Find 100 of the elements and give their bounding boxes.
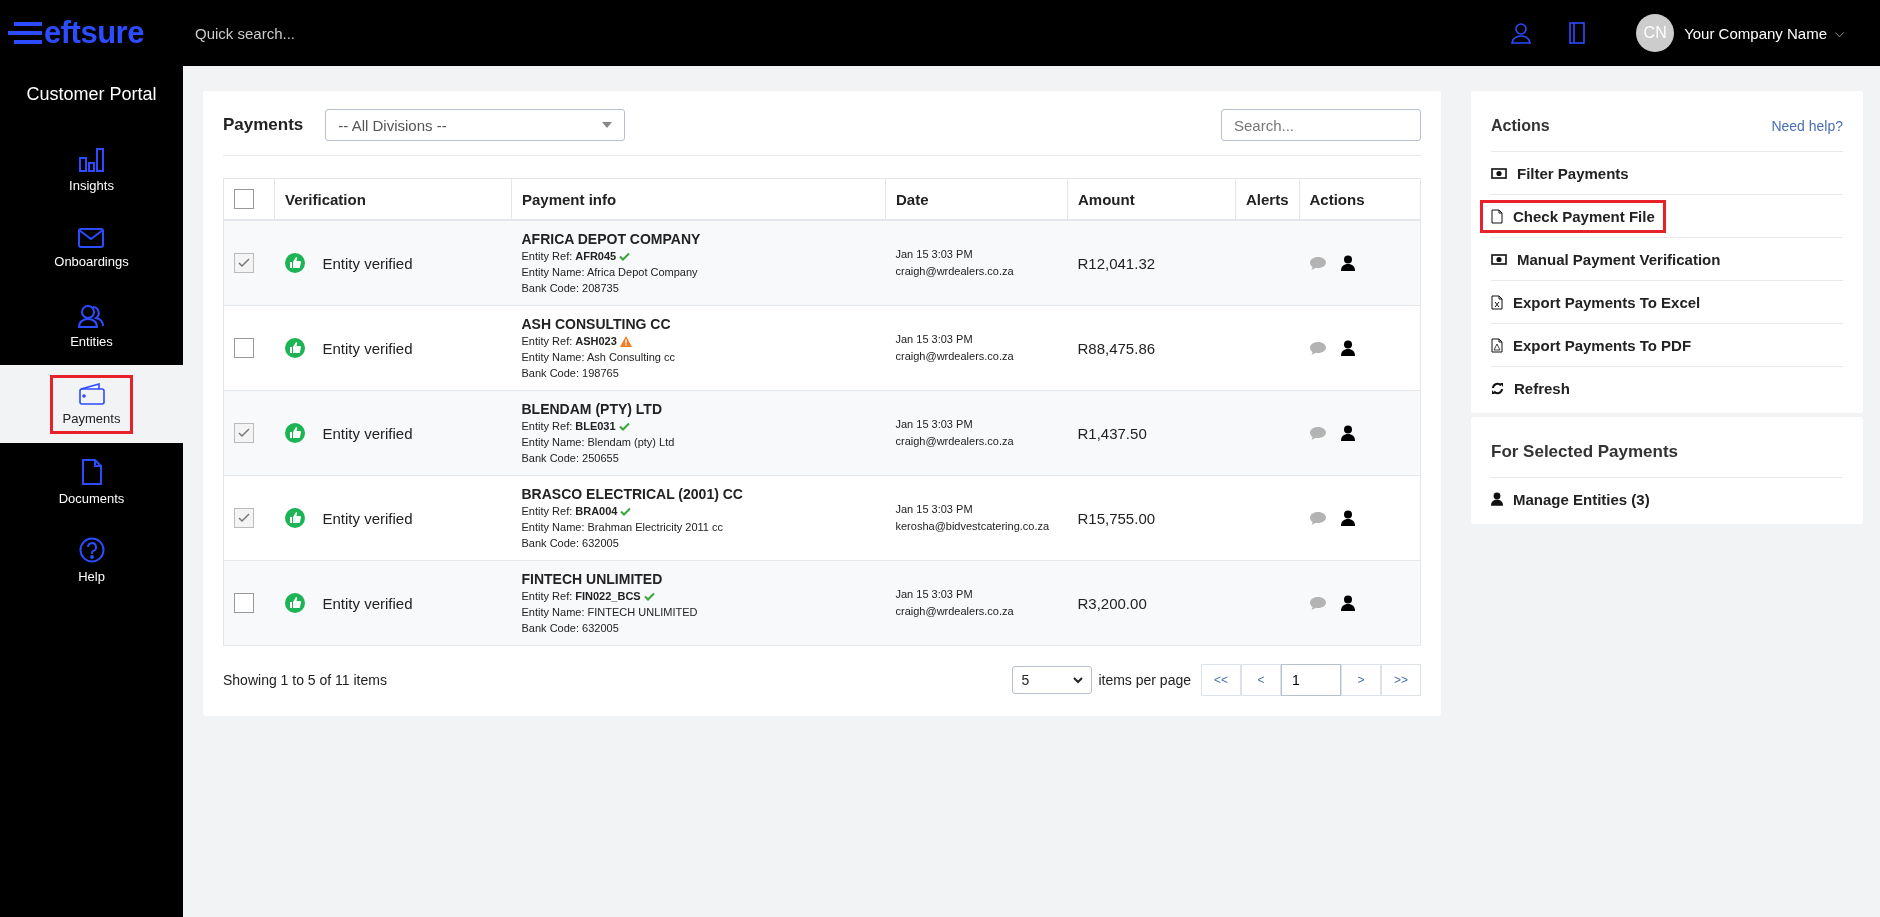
user-icon[interactable] [1510,22,1533,44]
pdf-file-icon [1491,337,1503,353]
checkbox[interactable] [234,508,254,528]
person-icon[interactable] [1341,255,1356,271]
refresh-icon [1491,381,1504,395]
checkbox[interactable] [234,253,254,273]
entity-name-line: Entity Name: Blendam (pty) Ltd [521,435,676,450]
entity-name: FINTECH UNLIMITED [521,570,664,588]
verification-status: Entity verified [322,594,413,612]
card-title: Actions [1491,117,1550,135]
person-icon [1491,492,1503,506]
checkmark-icon [238,428,250,438]
verification-status: Entity verified [322,509,413,527]
entity-ref: BLE031 [575,419,616,434]
action-item[interactable]: Filter Payments [1488,156,1640,190]
person-icon[interactable] [1341,595,1356,611]
checkbox[interactable] [234,593,254,613]
email: kerosha@bidvestcatering.co.za [895,519,1051,534]
action-item[interactable]: Export Payments To Excel [1488,285,1712,319]
chevron-icon [1073,676,1084,684]
entity-ref-label: Entity Ref: [521,334,573,349]
person-icon[interactable] [1341,425,1356,441]
entity-ref-label: Entity Ref: [521,419,573,434]
checkbox[interactable] [234,189,254,209]
thumbs-up-icon [284,338,305,358]
verification-status: Entity verified [322,254,413,272]
first-page-button[interactable]: << [1201,664,1241,696]
card-title: Payments [223,115,304,135]
portal-title: Customer Portal [25,83,158,106]
action-item[interactable]: Check Payment File [1480,199,1666,233]
nav-item[interactable]: Help [0,521,183,599]
checkmark-icon [238,258,250,268]
comment-icon[interactable] [1309,510,1328,526]
help-link[interactable]: Need help? [1771,118,1843,134]
comment-icon[interactable] [1309,255,1328,271]
search-field[interactable]: Search... [1221,109,1421,141]
column-header: Payment info [522,190,617,208]
payment-date: Jan 15 3:03 PM [895,332,974,347]
bank-code: Bank Code: 208735 [521,281,620,296]
previous-page-button[interactable]: < [1241,664,1281,696]
column-header: Date [896,190,929,208]
email: craigh@wrdealers.co.za [895,264,1015,279]
email: craigh@wrdealers.co.za [895,604,1015,619]
person-icon[interactable] [1341,340,1356,356]
help-icon [78,536,105,563]
checkbox[interactable] [234,423,254,443]
entity-ref-label: Entity Ref: [521,249,573,264]
division-dropdown[interactable]: -- All Divisions -- [325,109,626,141]
nav-item[interactable]: Insights [0,131,183,209]
amount: R88,475.86 [1077,339,1156,357]
thumbs-up-icon [284,508,305,528]
company-menu[interactable]: Your Company Name [1684,24,1827,42]
column-header: Amount [1078,190,1135,208]
action-item[interactable]: Export Payments To PDF [1488,328,1703,362]
action-item[interactable]: Manage Entities (3) [1488,482,1661,516]
entity-ref: AFR045 [575,249,617,264]
next-page-button[interactable]: > [1341,664,1381,696]
bar-chart-icon [78,147,105,172]
column-header: Verification [285,190,366,208]
entity-ref: BRA004 [575,504,618,519]
action-item[interactable]: Manual Payment Verification [1488,242,1732,276]
banknote-icon [1491,253,1507,265]
dropdown-arrow-icon [602,122,613,128]
book-icon[interactable] [1568,22,1587,44]
action-item[interactable]: Refresh [1488,371,1581,405]
nav-item[interactable]: Entities [0,287,183,365]
entity-ref: FIN022_BCS [575,589,641,604]
banknote-icon [1491,167,1507,179]
payment-date: Jan 15 3:03 PM [895,417,974,432]
caret-icon[interactable]: ⌵ [1835,26,1844,40]
column-header: Alerts [1246,190,1289,208]
nav-item[interactable]: Documents [0,443,183,521]
entity-name-line: Entity Name: Africa Depot Company [521,265,699,280]
comment-icon[interactable] [1309,595,1328,611]
bank-code: Bank Code: 632005 [521,536,620,551]
items-per-page-label: items per page [1098,672,1191,688]
comment-icon[interactable] [1309,340,1328,356]
search-field[interactable]: Quick search... [193,23,497,43]
thumbs-up-icon [284,253,305,273]
entity-name-line: Entity Name: Brahman Electricity 2011 cc [521,520,725,535]
bank-code: Bank Code: 250655 [521,451,620,466]
entity-ref-label: Entity Ref: [521,589,573,604]
page-input[interactable]: 1 [1281,664,1341,696]
column-header: Actions [1309,190,1365,208]
checkbox[interactable] [234,338,254,358]
nav-item[interactable]: Payments [0,365,183,443]
envelope-icon [78,227,105,248]
page-size-dropdown[interactable]: 5 [1012,666,1093,694]
amount: R3,200.00 [1077,594,1147,612]
logo[interactable]: eftsure [44,15,144,51]
last-page-button[interactable]: >> [1381,664,1421,696]
wallet-icon [78,382,105,405]
entity-name-line: Entity Name: FINTECH UNLIMITED [521,605,699,620]
card-title: For Selected Payments [1491,442,1679,462]
bank-code: Bank Code: 198765 [521,366,620,381]
nav-item[interactable]: Onboardings [0,209,183,287]
entity-name: ASH CONSULTING CC [521,315,672,333]
document-icon [81,458,102,485]
person-icon[interactable] [1341,510,1356,526]
comment-icon[interactable] [1309,425,1328,441]
